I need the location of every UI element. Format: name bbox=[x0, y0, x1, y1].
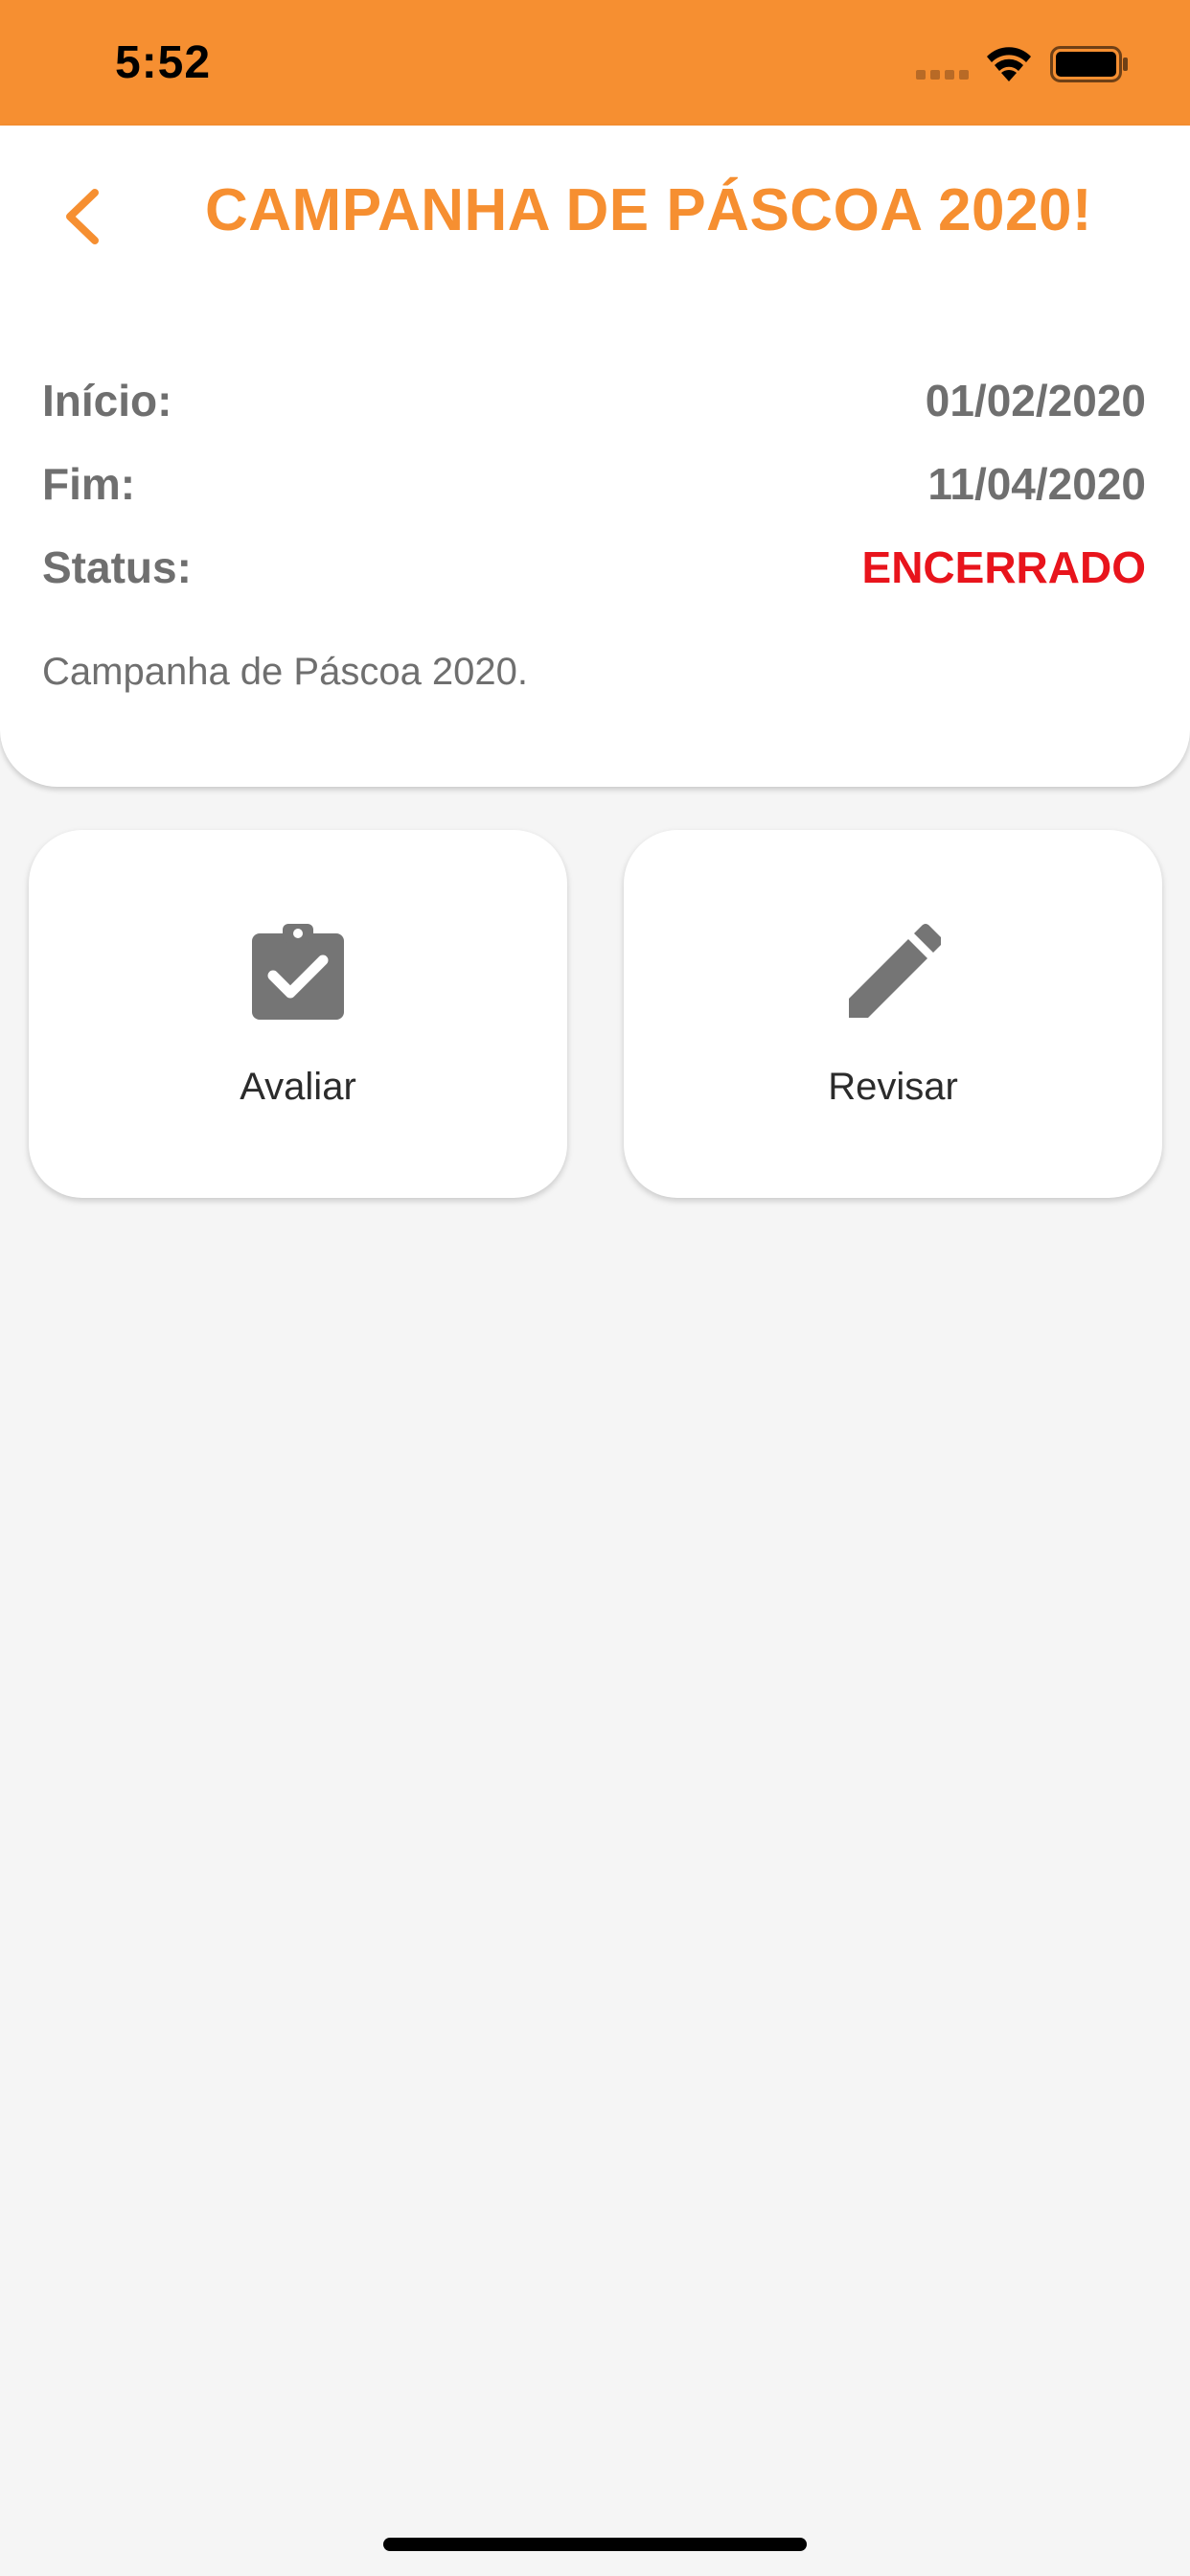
campaign-details-card: CAMPANHA DE PÁSCOA 2020! Início: 01/02/2… bbox=[0, 126, 1190, 787]
end-date-label: Fim: bbox=[42, 459, 136, 509]
wifi-icon bbox=[987, 47, 1031, 81]
cellular-signal-icon bbox=[916, 70, 969, 80]
start-date-label: Início: bbox=[42, 376, 172, 426]
status-bar: 5:52 bbox=[0, 0, 1190, 126]
status-value: ENCERRADO bbox=[861, 542, 1146, 592]
review-button[interactable]: Revisar bbox=[624, 830, 1162, 1198]
end-date-value: 11/04/2020 bbox=[927, 459, 1146, 509]
start-date-value: 01/02/2020 bbox=[925, 376, 1146, 426]
end-date-row: Fim: 11/04/2020 bbox=[42, 455, 1146, 513]
home-indicator[interactable] bbox=[383, 2538, 807, 2551]
pencil-icon bbox=[849, 924, 941, 1018]
page-title: CAMPANHA DE PÁSCOA 2020! bbox=[205, 177, 1093, 243]
chevron-left-icon bbox=[66, 189, 99, 244]
back-button[interactable] bbox=[48, 173, 115, 260]
evaluate-button[interactable]: Avaliar bbox=[29, 830, 567, 1198]
clipboard-check-icon bbox=[252, 924, 344, 1020]
review-label: Revisar bbox=[828, 1066, 958, 1108]
status-row: Status: ENCERRADO bbox=[42, 539, 1146, 596]
start-date-row: Início: 01/02/2020 bbox=[42, 372, 1146, 429]
campaign-description: Campanha de Páscoa 2020. bbox=[42, 651, 529, 693]
status-label: Status: bbox=[42, 542, 192, 592]
evaluate-label: Avaliar bbox=[240, 1066, 356, 1108]
battery-icon bbox=[1050, 46, 1128, 82]
status-time: 5:52 bbox=[115, 37, 212, 88]
